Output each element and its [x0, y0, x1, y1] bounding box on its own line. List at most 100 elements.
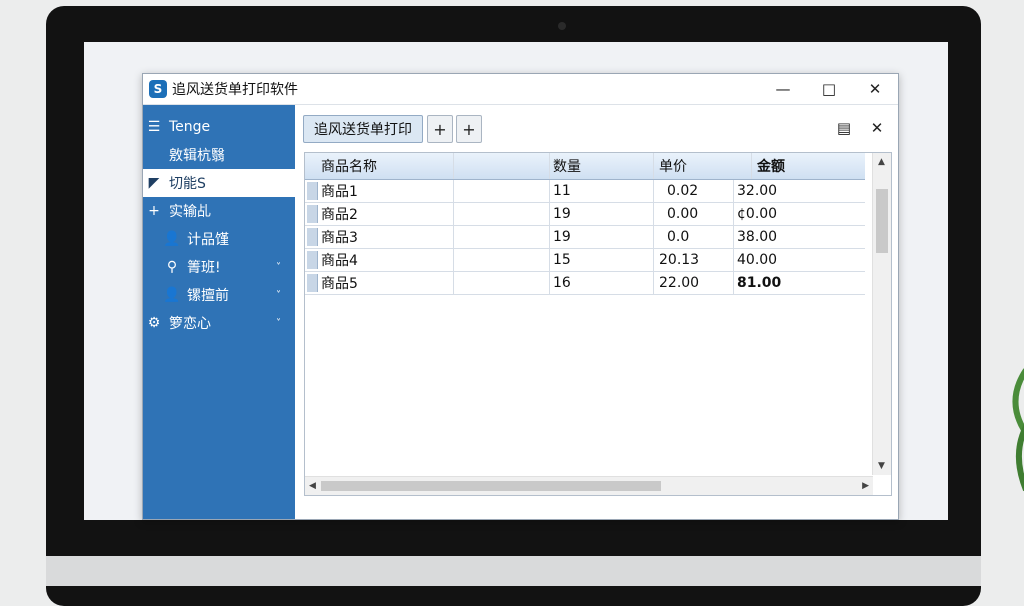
column-separator	[653, 180, 654, 202]
table-row[interactable]: 商品1 11 0.02 32.00	[305, 180, 865, 203]
scroll-left-icon[interactable]: ◀	[309, 481, 316, 491]
sidebar-item-2[interactable]: ◤ 切能S	[143, 169, 295, 197]
row-selector[interactable]	[307, 251, 318, 269]
cell-product[interactable]: 商品1	[321, 180, 358, 202]
app-logo-icon: S	[149, 80, 167, 98]
cell-product[interactable]: 商品2	[321, 203, 358, 225]
sidebar-item-5[interactable]: ⚲ 箐班! ˅	[143, 253, 295, 281]
cell-quantity[interactable]: 16	[553, 272, 571, 294]
column-separator	[653, 203, 654, 225]
column-separator	[653, 272, 654, 294]
sidebar-item-label: Tenge	[169, 119, 211, 135]
grid-header: 商品名称 数量 单价 金额	[305, 153, 865, 180]
cell-unit-price[interactable]: 0.0	[667, 226, 689, 248]
vertical-scroll-thumb[interactable]	[876, 189, 888, 253]
horizontal-scrollbar[interactable]: ◀ ▶	[305, 476, 873, 495]
row-selector[interactable]	[307, 228, 318, 246]
maximize-button[interactable]: □	[806, 74, 852, 104]
tab-delivery-print[interactable]: 追风送货单打印	[303, 115, 423, 143]
sidebar-item-label: 镙擅前	[187, 288, 229, 304]
plant-decoration	[1012, 368, 1024, 492]
close-button[interactable]: ✕	[852, 74, 898, 104]
search-icon: ⚲	[166, 259, 178, 275]
cell-product[interactable]: 商品4	[321, 249, 358, 271]
scroll-right-icon[interactable]: ▶	[862, 481, 869, 491]
chevron-down-icon: ˅	[276, 317, 281, 329]
send-icon: ◤	[148, 175, 160, 191]
cell-amount[interactable]: 81.00	[737, 272, 781, 294]
column-separator	[549, 180, 550, 202]
document-icon[interactable]: ▤	[833, 117, 855, 139]
cell-quantity[interactable]: 11	[553, 180, 571, 202]
table-row[interactable]: 商品2 19 0.00 ¢0.00	[305, 203, 865, 226]
goods-grid: 商品名称 数量 单价 金额 商品1 11 0.02 32.00 商品2 19 0…	[304, 152, 892, 496]
column-separator	[453, 226, 454, 248]
scroll-down-icon[interactable]: ▼	[878, 461, 885, 471]
table-row[interactable]: 商品5 16 22.00 81.00	[305, 272, 865, 295]
horizontal-scroll-thumb[interactable]	[321, 481, 661, 491]
header-unit-price[interactable]: 单价	[659, 153, 687, 179]
cell-quantity[interactable]: 15	[553, 249, 571, 271]
column-separator	[733, 180, 734, 202]
cell-unit-price[interactable]: 22.00	[659, 272, 699, 294]
header-product-name[interactable]: 商品名称	[321, 153, 377, 179]
cell-quantity[interactable]: 19	[553, 203, 571, 225]
table-row[interactable]: 商品3 19 0.0 38.00	[305, 226, 865, 249]
vertical-scrollbar[interactable]: ▲ ▼	[872, 153, 891, 475]
monitor-chin	[46, 556, 981, 586]
cell-quantity[interactable]: 19	[553, 226, 571, 248]
chevron-down-icon: ˅	[276, 261, 281, 273]
sidebar-item-4[interactable]: 👤 计品馑	[143, 225, 295, 253]
cell-unit-price[interactable]: 0.00	[667, 203, 698, 225]
sidebar-item-6[interactable]: 👤 镙擅前 ˅	[143, 281, 295, 309]
sidebar-item-1[interactable]: 敫辑杭翳	[143, 141, 295, 169]
minimize-button[interactable]: —	[760, 74, 806, 104]
column-separator	[653, 249, 654, 271]
column-separator	[549, 249, 550, 271]
app-window: S 追风送货单打印软件 — □ ✕ ☰ Tenge 敫辑杭翳 ◤ 切能S + 实…	[142, 73, 899, 520]
sidebar-item-7[interactable]: ⚙ 箩恋心 ˅	[143, 309, 295, 337]
cell-unit-price[interactable]: 20.13	[659, 249, 699, 271]
scroll-up-icon[interactable]: ▲	[878, 157, 885, 167]
gear-icon: ⚙	[147, 315, 161, 331]
column-separator	[751, 153, 752, 179]
sidebar-item-label: 计品馑	[187, 232, 229, 248]
table-row[interactable]: 商品4 15 20.13 40.00	[305, 249, 865, 272]
add-tab-button[interactable]: +	[427, 115, 453, 143]
cell-product[interactable]: 商品3	[321, 226, 358, 248]
window-title: 追风送货单打印软件	[172, 82, 298, 98]
sidebar-item-3[interactable]: + 实输乩	[143, 197, 295, 225]
sidebar-item-0[interactable]: ☰ Tenge	[143, 113, 295, 141]
cell-product[interactable]: 商品5	[321, 272, 358, 294]
column-separator	[733, 226, 734, 248]
row-selector[interactable]	[307, 182, 318, 200]
cell-amount[interactable]: 40.00	[737, 249, 777, 271]
plus-icon: +	[148, 203, 160, 219]
sidebar-item-label: 箩恋心	[169, 316, 211, 332]
column-separator	[653, 153, 654, 179]
column-separator	[549, 203, 550, 225]
column-separator	[453, 153, 454, 179]
column-separator	[733, 272, 734, 294]
menu-icon: ☰	[147, 119, 161, 135]
cell-amount[interactable]: 38.00	[737, 226, 777, 248]
column-separator	[549, 272, 550, 294]
column-separator	[549, 153, 550, 179]
sidebar-item-label: 切能S	[169, 176, 206, 192]
header-quantity[interactable]: 数量	[553, 153, 581, 179]
title-bar: S 追风送货单打印软件 — □ ✕	[143, 74, 898, 105]
column-separator	[453, 180, 454, 202]
header-amount[interactable]: 金额	[757, 153, 785, 179]
window-controls: — □ ✕	[760, 74, 898, 104]
column-separator	[453, 203, 454, 225]
row-selector[interactable]	[307, 274, 318, 292]
sidebar-item-label: 箐班!	[187, 260, 221, 276]
cell-unit-price[interactable]: 0.02	[667, 180, 698, 202]
cell-amount[interactable]: 32.00	[737, 180, 777, 202]
add-item-button[interactable]: +	[456, 115, 482, 143]
cell-amount[interactable]: ¢0.00	[737, 203, 777, 225]
column-separator	[653, 226, 654, 248]
column-separator	[733, 203, 734, 225]
row-selector[interactable]	[307, 205, 318, 223]
close-tab-button[interactable]: ✕	[866, 117, 888, 139]
